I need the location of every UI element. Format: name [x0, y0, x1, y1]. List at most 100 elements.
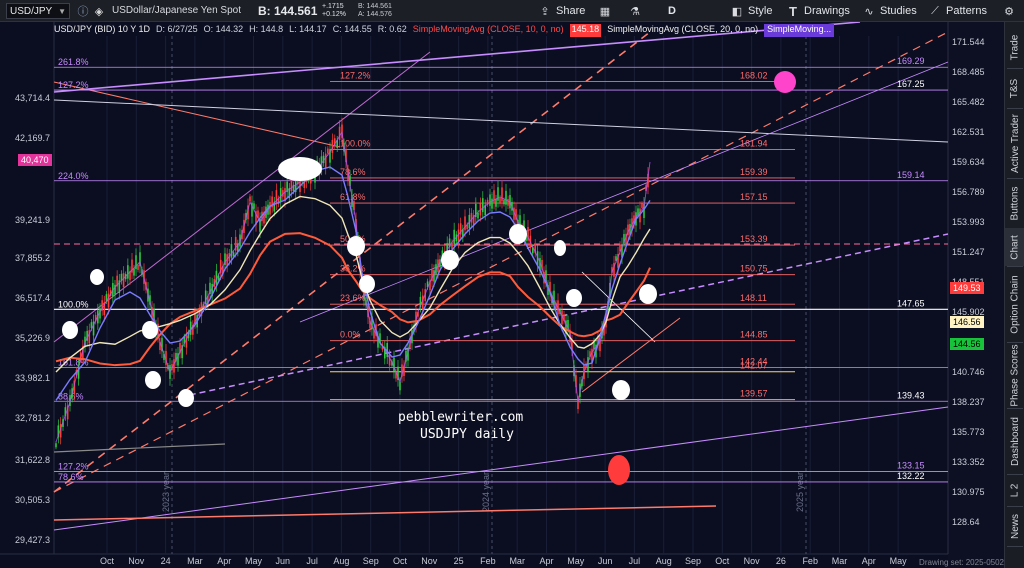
sidebar-tab-phase-scores[interactable]: Phase Scores — [1005, 342, 1024, 408]
candle-body — [230, 243, 233, 258]
left-axis-tick: 31,622.8 — [15, 455, 50, 465]
candle-body — [133, 268, 135, 276]
sidebar-tab-t-s[interactable]: T&S — [1005, 68, 1024, 108]
time-axis-tick: 26 — [776, 556, 786, 566]
candle-body — [641, 203, 643, 208]
settings-button[interactable]: ⚙ — [1002, 3, 1016, 19]
left-axis-tick: 29,427.3 — [15, 535, 50, 545]
left-axis-tick: 42,169.7 — [15, 133, 50, 143]
header-open: O: 144.32 — [203, 24, 244, 34]
change-percent: +0.12% — [322, 11, 346, 18]
sma10-label[interactable]: SimpleMovingAvg (CLOSE, 10, 0, no) — [413, 24, 564, 37]
grid-button[interactable]: ▦ — [598, 3, 612, 19]
style-label: Style — [748, 5, 773, 17]
time-axis-tick: Sep — [363, 556, 379, 566]
time-axis-tick: Oct — [100, 556, 115, 566]
time-axis-tick: May — [245, 556, 263, 566]
time-axis-tick: Mar — [187, 556, 203, 566]
trendline-purple-low — [53, 406, 949, 531]
style-button[interactable]: ◧ Style — [730, 3, 773, 19]
time-axis-tick: May — [890, 556, 908, 566]
annotation-marker — [142, 321, 158, 339]
interval-selector[interactable]: D — [668, 3, 676, 19]
right-axis-tick: 140.746 — [952, 367, 985, 377]
right-axis-tick: 151.247 — [952, 247, 985, 257]
time-axis-tick: Sep — [685, 556, 701, 566]
time-axis-tick: Mar — [509, 556, 525, 566]
share-button[interactable]: ⇪ Share — [538, 3, 585, 19]
fib-mid-price-label: 144.85 — [740, 330, 768, 340]
fib-mid-price-label: 150.75 — [740, 264, 768, 274]
symbol-input[interactable]: USD/JPY ▼ — [6, 3, 70, 19]
sidebar-tab-buttons[interactable]: Buttons — [1005, 178, 1024, 228]
sidebar-tab-label: Chart — [1009, 234, 1021, 260]
fib-left-label: 127.2% — [58, 462, 89, 472]
sidebar-tab-option-chain[interactable]: Option Chain — [1005, 266, 1024, 342]
time-axis-tick: 24 — [161, 556, 171, 566]
ask-small: A: 144.576 — [358, 11, 392, 18]
time-axis-tick: Feb — [480, 556, 496, 566]
annotation-marker — [145, 371, 161, 389]
sidebar-tab-l-2[interactable]: L 2 — [1005, 474, 1024, 506]
trendline-bottom — [53, 505, 717, 521]
sidebar-tab-news[interactable]: News — [1005, 506, 1024, 546]
time-axis-tick: Jul — [629, 556, 641, 566]
candle-body — [279, 188, 282, 203]
drawing-set-label: Drawing set: 2025-0502 — [919, 558, 1004, 567]
sidebar-tab-chart[interactable]: Chart — [1005, 228, 1024, 266]
sidebar-tab-trade[interactable]: Trade — [1005, 26, 1024, 68]
patterns-label: Patterns — [946, 5, 987, 17]
fib-mid-label: 0.0% — [340, 330, 361, 340]
fib-mid-price-label: 157.15 — [740, 192, 768, 202]
info-icon[interactable]: ⓘ — [76, 4, 90, 18]
chart-header: USD/JPY (BID) 10 Y 1D D: 6/27/25 O: 144.… — [54, 24, 835, 37]
price-chart[interactable]: 171.544 168.485 165.482 162.531 159.634 156.7… — [0, 22, 1004, 568]
candle-body — [327, 148, 329, 154]
annotation-marker — [278, 157, 322, 181]
watchlist-icon[interactable]: ◈ — [92, 4, 106, 18]
time-axis-tick: Feb — [802, 556, 818, 566]
left-axis-tick: 37,855.2 — [15, 253, 50, 263]
fib-left-label: 224.0% — [58, 171, 89, 181]
share-label: Share — [556, 5, 586, 17]
trendline-white — [53, 99, 949, 143]
sidebar-tab-label: T&S — [1009, 78, 1021, 98]
top-toolbar: USD/JPY ▼ ⓘ ◈ USDollar/Japanese Yen Spot… — [0, 0, 1024, 22]
right-axis-tick: 128.64 — [952, 517, 980, 527]
time-axis-tick: Aug — [656, 556, 672, 566]
chevron-down-icon[interactable]: ▼ — [58, 7, 66, 16]
candle-body — [338, 126, 341, 140]
right-axis-tick: 165.482 — [952, 97, 985, 107]
candle-body — [501, 187, 503, 202]
left-axis-tick: 33,982.1 — [15, 373, 50, 383]
annotation-marker — [178, 389, 194, 407]
sma20-label[interactable]: SimpleMovingAvg (CLOSE, 20, 0, no) — [607, 24, 758, 37]
time-axis-tick: Nov — [744, 556, 761, 566]
studies-button[interactable]: ∿ Studies — [862, 3, 916, 19]
price-badge: 144.56 — [950, 337, 984, 350]
sidebar-tab-label: L 2 — [1009, 483, 1021, 497]
right-axis-tick: 138.237 — [952, 397, 985, 407]
fib-mid-label: 127.2% — [340, 70, 371, 80]
sidebar-tab-dashboard[interactable]: Dashboard — [1005, 408, 1024, 474]
header-range: R: 0.62 — [377, 24, 407, 34]
fib-right-price-label: 159.14 — [897, 170, 925, 180]
annotation-marker — [441, 250, 459, 270]
chart-panel[interactable]: 171.544 168.485 165.482 162.531 159.634 156.7… — [0, 22, 1004, 568]
sma10-value: 145.18 — [569, 24, 602, 37]
sidebar-tab-label: Phase Scores — [1009, 343, 1021, 407]
patterns-button[interactable]: ⟋ Patterns — [928, 3, 987, 19]
style-icon: ◧ — [731, 5, 743, 18]
flask-button[interactable]: ⚗ — [628, 3, 642, 19]
candle-body — [507, 198, 509, 206]
time-axis-tick: Nov — [421, 556, 438, 566]
right-axis-tick: 135.773 — [952, 427, 985, 437]
fib-right-price-label: 132.22 — [897, 471, 925, 481]
change-net: +.1715 — [322, 3, 344, 10]
sidebar-tab-active-trader[interactable]: Active Trader — [1005, 108, 1024, 178]
year-marker-label: 2025 year — [795, 472, 805, 512]
header-low: L: 144.17 — [289, 24, 327, 34]
candle-body — [137, 264, 139, 270]
drawings-button[interactable]: T Drawings — [786, 3, 850, 19]
sma50-label[interactable]: SimpleMoving... — [764, 24, 835, 37]
